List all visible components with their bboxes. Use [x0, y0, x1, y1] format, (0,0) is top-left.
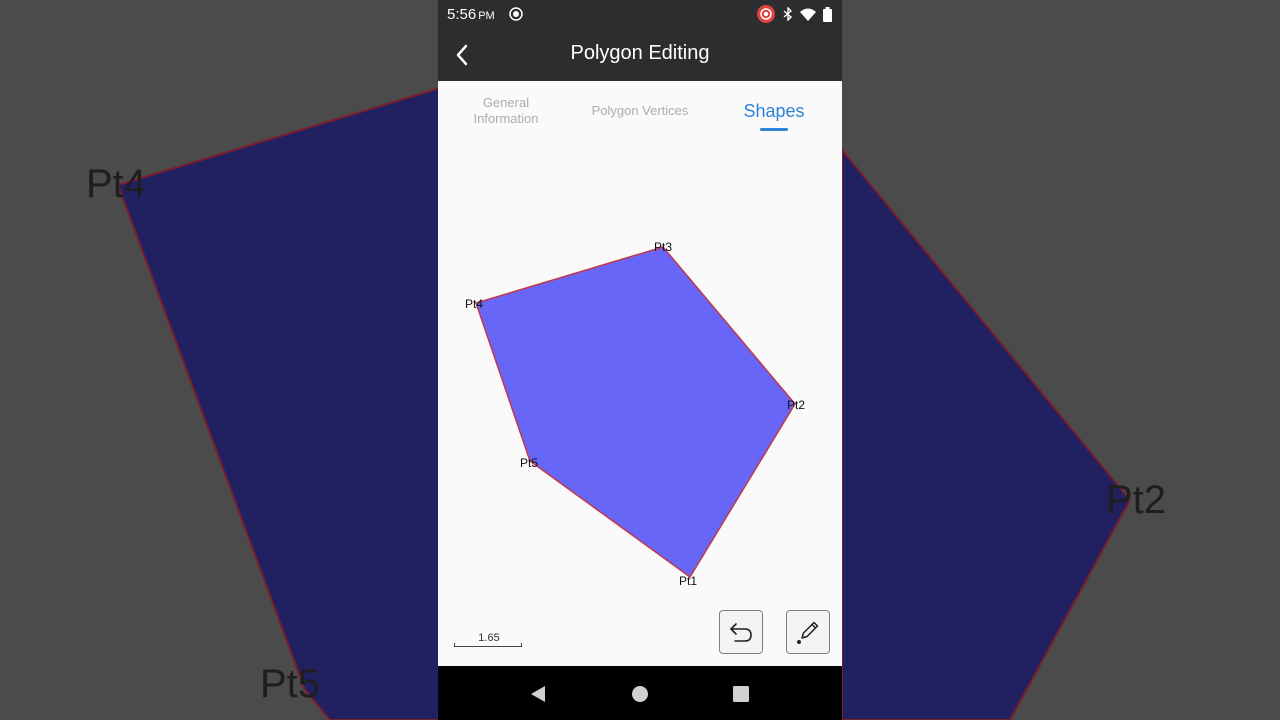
tab-label: Polygon Vertices: [591, 103, 689, 118]
scale-bar: 1.65: [454, 630, 524, 650]
status-time-value: 5:56: [447, 6, 477, 23]
background-label-pt5: Pt5: [260, 662, 320, 706]
polygon-shape[interactable]: [475, 246, 796, 579]
status-ampm: PM: [478, 10, 495, 22]
background-polygon: [116, 83, 451, 720]
tab-bar: General Information Polygon Vertices Sha…: [438, 81, 842, 141]
nav-home-icon: [632, 686, 648, 702]
pencil-icon: [797, 621, 819, 644]
tab-shapes[interactable]: Shapes: [714, 81, 834, 141]
tab-label-line2: Information: [473, 111, 539, 126]
system-nav-bar: [438, 666, 842, 720]
tab-polygon-vertices[interactable]: Polygon Vertices: [578, 81, 702, 141]
nav-back-button[interactable]: [527, 683, 549, 705]
status-icons: [756, 5, 832, 23]
vertex-label-pt1: Pt1: [679, 574, 697, 588]
tab-label: Shapes: [743, 101, 805, 121]
battery-icon: [823, 6, 832, 22]
background-label-pt4: Pt4: [86, 162, 146, 206]
edit-button[interactable]: [786, 610, 830, 654]
wifi-icon: [800, 8, 816, 21]
vertex-label-pt2: Pt2: [787, 398, 805, 412]
tab-label-line1: General: [482, 95, 530, 110]
status-bar: 5:56 PM: [438, 0, 842, 28]
vertex-label-pt5: Pt5: [520, 456, 538, 470]
screen-record-icon: [509, 7, 523, 21]
background-polygon-right: [841, 147, 1132, 720]
nav-recents-icon: [733, 686, 749, 702]
recording-indicator-icon: [757, 5, 775, 23]
nav-recents-button[interactable]: [730, 683, 752, 705]
undo-icon: [730, 623, 752, 642]
tab-label: General Information: [473, 95, 538, 127]
scale-line: [454, 643, 522, 647]
nav-home-button[interactable]: [629, 683, 651, 705]
page-title: Polygon Editing: [570, 42, 710, 64]
active-tab-indicator: [760, 128, 788, 131]
undo-button[interactable]: [719, 610, 763, 654]
phone-screen: 5:56 PM Polygon Editing General Informat…: [438, 0, 842, 720]
polygon-canvas[interactable]: Pt1 Pt2 Pt3 Pt4 Pt5: [438, 141, 842, 611]
background-label-pt2: Pt2: [1106, 478, 1166, 522]
app-bar: Polygon Editing: [438, 28, 842, 81]
bluetooth-icon: [783, 7, 793, 21]
nav-back-icon: [531, 686, 545, 702]
status-time: 5:56 PM: [447, 6, 495, 23]
vertex-label-pt3: Pt3: [654, 240, 672, 254]
tab-general-information[interactable]: General Information: [446, 81, 566, 141]
vertex-label-pt4: Pt4: [465, 297, 483, 311]
